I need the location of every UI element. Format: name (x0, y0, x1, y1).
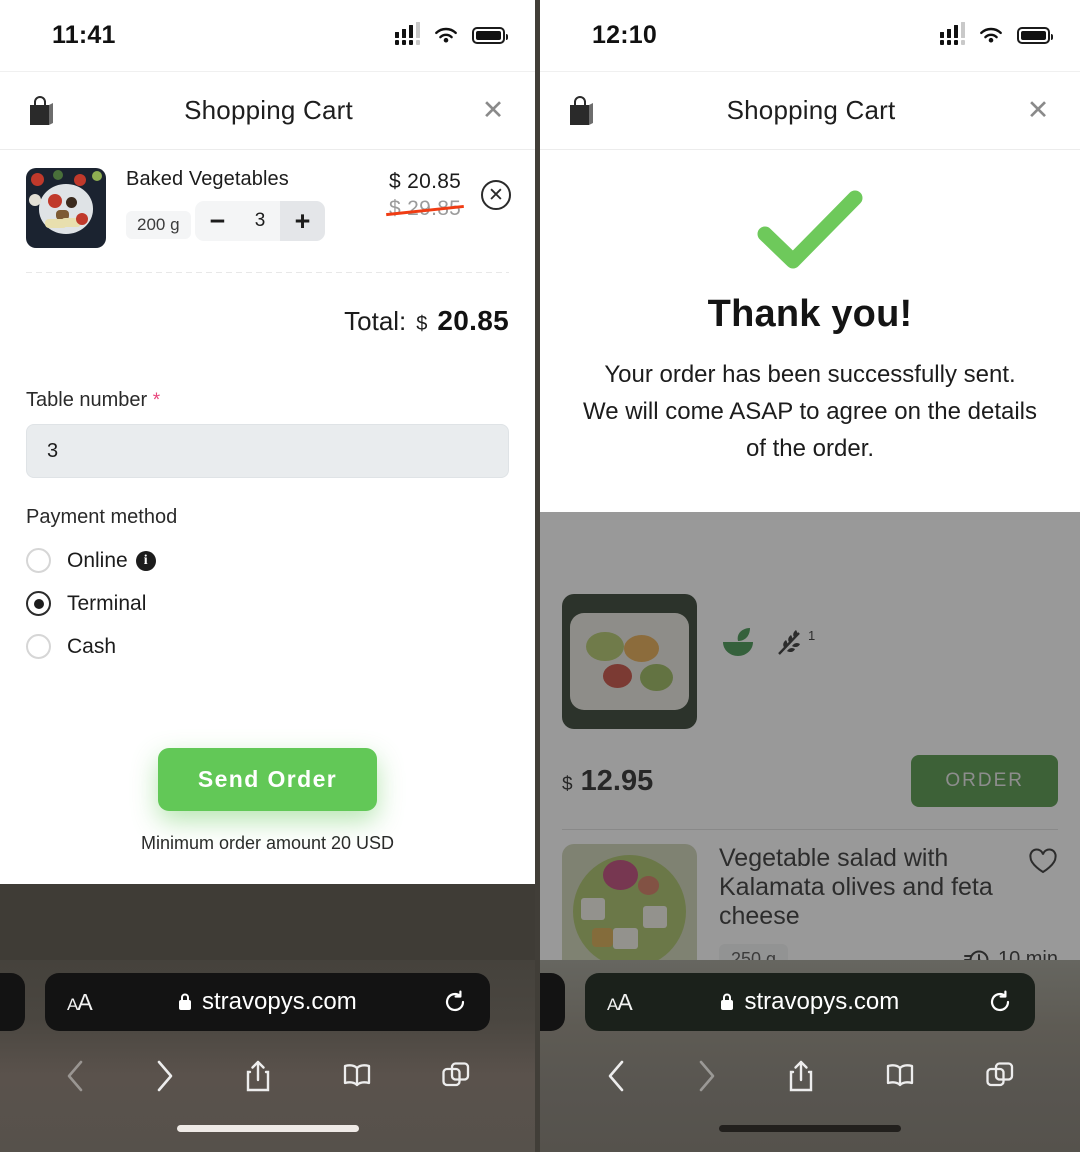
safari-toolbar (0, 1045, 535, 1107)
cellular-signal-icon (939, 22, 965, 45)
safari-toolbar (540, 1045, 1080, 1107)
book-icon[interactable] (884, 1061, 916, 1091)
forward-chevron-icon[interactable] (154, 1059, 176, 1093)
cart-total: Total: $ 20.85 (0, 273, 535, 337)
previous-tab-edge[interactable] (540, 973, 565, 1031)
share-icon[interactable] (244, 1059, 272, 1093)
cart-modal-header: Shopping Cart ✕ (540, 72, 1080, 150)
payment-option-terminal[interactable]: Terminal (26, 582, 509, 625)
total-label: Total: (344, 306, 407, 336)
address-bar[interactable]: AA stravopys.com (585, 973, 1035, 1031)
home-indicator (176, 1125, 359, 1132)
home-indicator (719, 1125, 901, 1132)
item-thumbnail (26, 168, 106, 248)
remove-item-button[interactable]: ✕ (481, 180, 511, 210)
thank-you-line-3: of the order. (745, 435, 875, 463)
required-asterisk: * (152, 390, 161, 411)
battery-icon (1017, 27, 1053, 44)
left-phone-screen: 11:41 Shopping Cart ✕ Baked Vegetables 2… (0, 0, 540, 1152)
back-chevron-icon[interactable] (64, 1059, 86, 1093)
cart-body: Baked Vegetables 200 g − 3 + $ 20.85 $ 2… (0, 150, 535, 884)
text-size-button[interactable]: AA (67, 989, 93, 1016)
share-icon[interactable] (787, 1059, 815, 1093)
radio-terminal[interactable] (26, 591, 51, 616)
payment-option-online-label: Online (67, 548, 128, 572)
info-icon[interactable]: i (135, 550, 156, 571)
url-text: stravopys.com (201, 988, 357, 1015)
radio-cash[interactable] (26, 634, 51, 659)
status-time: 11:41 (52, 21, 116, 49)
url-text: stravopys.com (744, 988, 900, 1015)
lock-icon (721, 993, 734, 1010)
table-number-label: Table number * (0, 337, 535, 412)
status-bar: 11:41 (0, 0, 535, 72)
checkmark-icon (757, 190, 863, 269)
payment-method-label: Payment method (26, 506, 178, 528)
lock-icon (178, 993, 191, 1010)
thank-you-line-2: We will come ASAP to agree on the detail… (582, 398, 1038, 426)
tabs-icon[interactable] (985, 1061, 1015, 1091)
shopping-bag-icon (566, 94, 600, 128)
forward-chevron-icon[interactable] (696, 1059, 718, 1093)
status-icons (939, 22, 1053, 45)
decrement-button[interactable]: − (195, 201, 240, 241)
reload-icon[interactable] (442, 989, 468, 1015)
cart-line-item: Baked Vegetables 200 g − 3 + $ 20.85 $ 2… (0, 150, 535, 248)
previous-tab-edge[interactable] (0, 973, 25, 1031)
cellular-signal-icon (394, 22, 420, 45)
safari-browser-chrome: AA stravopys.com (540, 960, 1080, 1152)
thank-you-title: Thank you! (707, 293, 913, 335)
address-bar[interactable]: AA stravopys.com (45, 973, 490, 1031)
table-number-value: 3 (47, 439, 59, 462)
wifi-icon (435, 27, 457, 43)
send-order-button[interactable]: Send Order (157, 748, 378, 811)
table-number-label-text: Table number (26, 389, 148, 411)
item-weight: 200 g (126, 210, 191, 239)
payment-method-group: Online i Terminal Cash (0, 529, 535, 668)
back-chevron-icon[interactable] (605, 1059, 627, 1093)
payment-option-online[interactable]: Online i (26, 539, 509, 582)
thank-you-line-1: Your order has been successfully sent. (604, 361, 1016, 388)
book-icon[interactable] (341, 1061, 373, 1091)
radio-online[interactable] (26, 548, 51, 573)
payment-option-cash[interactable]: Cash (26, 625, 509, 668)
page-title: Shopping Cart (726, 95, 896, 125)
close-icon[interactable]: ✕ (477, 97, 509, 124)
quantity-value: 3 (254, 210, 266, 231)
total-value: 20.85 (437, 305, 509, 336)
increment-button[interactable]: + (280, 201, 325, 241)
reload-icon[interactable] (987, 989, 1013, 1015)
text-size-button[interactable]: AA (607, 989, 633, 1016)
dual-screenshot-root: 11:41 Shopping Cart ✕ Baked Vegetables 2… (0, 0, 1080, 1152)
quantity-stepper[interactable]: − 3 + (195, 201, 325, 241)
item-name: Baked Vegetables (126, 168, 289, 190)
wifi-icon (980, 27, 1002, 43)
status-icons (394, 22, 508, 45)
payment-option-cash-label: Cash (67, 634, 117, 658)
payment-option-terminal-label: Terminal (67, 591, 147, 615)
right-phone-screen: 12:10 Shopping Cart ✕ Thank you! Your or… (540, 0, 1080, 1152)
item-details: Baked Vegetables 200 g − 3 + (106, 168, 389, 248)
tabs-icon[interactable] (441, 1061, 471, 1091)
send-order-area: Send Order (0, 668, 535, 811)
close-icon[interactable]: ✕ (1022, 97, 1054, 124)
item-price-old: $ 29.85 (389, 197, 462, 220)
battery-icon (472, 27, 508, 44)
total-currency: $ (416, 313, 428, 335)
status-bar: 12:10 (540, 0, 1080, 72)
shopping-bag-icon (26, 94, 60, 128)
table-number-input[interactable]: 3 (26, 424, 509, 478)
thank-you-panel: Thank you! Your order has been successfu… (540, 150, 1080, 512)
cart-modal-header: Shopping Cart ✕ (0, 72, 535, 150)
page-title: Shopping Cart (184, 95, 353, 125)
minimum-order-note: Minimum order amount 20 USD (140, 833, 395, 853)
status-time: 12:10 (592, 21, 657, 49)
safari-browser-chrome: AA stravopys.com (0, 960, 535, 1152)
